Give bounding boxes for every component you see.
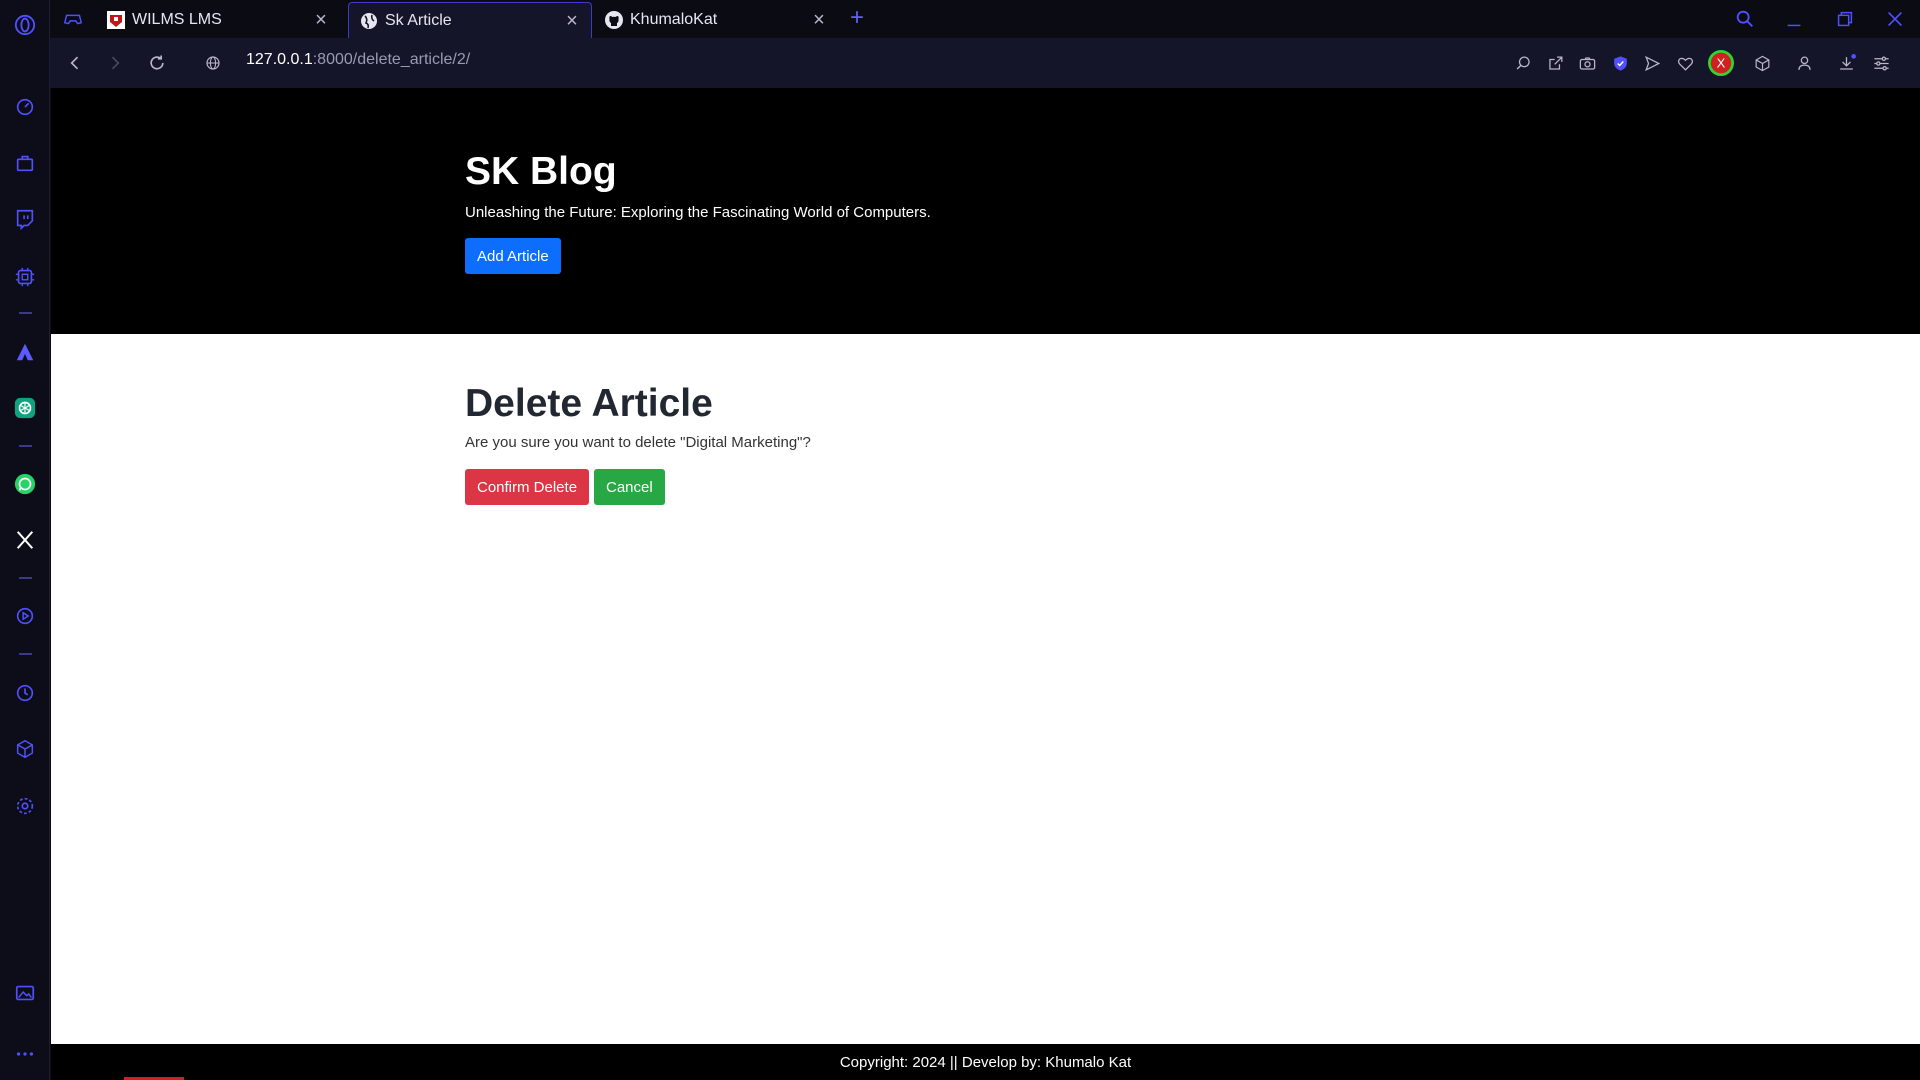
easy-setup-icon[interactable] bbox=[1868, 50, 1894, 76]
back-icon[interactable] bbox=[62, 50, 88, 76]
site-info-globe-icon[interactable] bbox=[200, 50, 226, 76]
confirm-message: Are you sure you want to delete "Digital… bbox=[465, 434, 811, 451]
tab-title: Sk Article bbox=[385, 11, 452, 29]
shopping-bag-icon[interactable] bbox=[12, 150, 38, 176]
more-icon[interactable] bbox=[12, 1041, 38, 1067]
download-icon[interactable] bbox=[1833, 50, 1859, 76]
cube-icon[interactable] bbox=[12, 736, 38, 762]
sidebar-separator bbox=[19, 653, 32, 655]
restore-icon[interactable] bbox=[1832, 6, 1858, 32]
player-icon[interactable] bbox=[12, 603, 38, 629]
tab-title: WILMS LMS bbox=[132, 11, 222, 28]
minimize-icon[interactable] bbox=[1781, 6, 1807, 32]
speed-dial-icon[interactable] bbox=[12, 94, 38, 120]
add-article-button[interactable]: Add Article bbox=[465, 238, 561, 274]
wilms-favicon bbox=[106, 10, 126, 30]
gallery-icon[interactable] bbox=[12, 980, 38, 1006]
history-icon[interactable] bbox=[12, 680, 38, 706]
snapshot-icon[interactable] bbox=[1574, 50, 1600, 76]
twitch-icon[interactable] bbox=[12, 206, 38, 232]
sidebar-separator bbox=[19, 577, 32, 579]
footer-copyright: Copyright: 2024 || Develop by: Khumalo K… bbox=[839, 1053, 1132, 1071]
close-icon[interactable]: × bbox=[563, 11, 581, 31]
tab-sk-article[interactable]: Sk Article × bbox=[348, 2, 592, 38]
tab-search-icon[interactable] bbox=[1732, 6, 1758, 32]
page-title: Delete Article bbox=[465, 382, 713, 425]
aria-icon[interactable] bbox=[12, 339, 38, 365]
site-title: SK Blog bbox=[465, 150, 617, 193]
whatsapp-icon[interactable] bbox=[12, 471, 38, 497]
ai-chip-icon[interactable] bbox=[12, 264, 38, 290]
sidebar-separator bbox=[19, 312, 32, 314]
settings-icon[interactable] bbox=[12, 793, 38, 819]
extension-x-icon[interactable]: X bbox=[1708, 50, 1734, 76]
page-footer: Copyright: 2024 || Develop by: Khumalo K… bbox=[51, 1044, 1920, 1080]
confirm-delete-button[interactable]: Confirm Delete bbox=[465, 469, 590, 505]
gx-game-icon[interactable] bbox=[60, 6, 86, 32]
search-in-page-icon[interactable] bbox=[1510, 50, 1536, 76]
extension-x-label: X bbox=[1717, 56, 1726, 71]
vpn-shield-icon[interactable] bbox=[1607, 50, 1633, 76]
close-window-icon[interactable] bbox=[1882, 6, 1908, 32]
tab-strip: WILMS LMS × Sk Article × KhumaloKat × + bbox=[50, 0, 1920, 38]
site-tagline: Unleashing the Future: Exploring the Fas… bbox=[465, 204, 931, 221]
new-tab-button[interactable]: + bbox=[850, 6, 864, 30]
forward-icon[interactable] bbox=[102, 50, 128, 76]
cancel-button[interactable]: Cancel bbox=[594, 469, 665, 505]
account-icon[interactable] bbox=[1791, 50, 1817, 76]
github-icon bbox=[604, 10, 624, 30]
send-icon[interactable] bbox=[1639, 50, 1665, 76]
tab-wilms-lms[interactable]: WILMS LMS × bbox=[96, 2, 340, 38]
sidebar-separator bbox=[19, 445, 32, 447]
share-icon[interactable] bbox=[1542, 50, 1568, 76]
reload-icon[interactable] bbox=[144, 50, 170, 76]
chatgpt-icon[interactable] bbox=[12, 395, 38, 421]
heart-icon[interactable] bbox=[1672, 50, 1698, 76]
close-icon[interactable]: × bbox=[312, 10, 330, 30]
globe-icon bbox=[359, 11, 379, 31]
url-host: 127.0.0.1 bbox=[246, 51, 313, 68]
hero-banner: SK Blog Unleashing the Future: Exploring… bbox=[51, 88, 1920, 334]
browser-sidebar bbox=[0, 0, 50, 1080]
url-field[interactable]: 127.0.0.1:8000/delete_article/2/ bbox=[246, 51, 470, 69]
tab-title: KhumaloKat bbox=[630, 11, 718, 28]
close-icon[interactable]: × bbox=[810, 10, 828, 30]
url-path: :8000/delete_article/2/ bbox=[312, 51, 471, 68]
x-twitter-icon[interactable] bbox=[12, 527, 38, 553]
web-page: SK Blog Unleashing the Future: Exploring… bbox=[51, 88, 1920, 1080]
address-bar: 127.0.0.1:8000/delete_article/2/ X bbox=[50, 38, 1920, 88]
opera-logo-icon[interactable] bbox=[12, 12, 38, 38]
tab-khumalokat[interactable]: KhumaloKat × bbox=[594, 2, 838, 38]
cube-icon[interactable] bbox=[1749, 50, 1775, 76]
